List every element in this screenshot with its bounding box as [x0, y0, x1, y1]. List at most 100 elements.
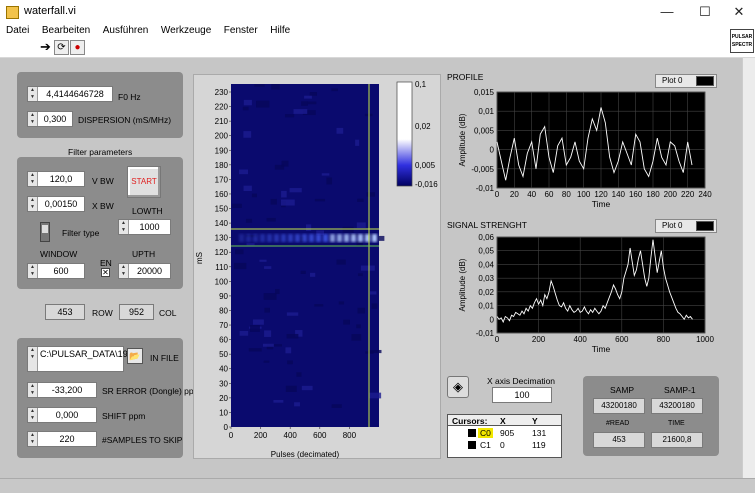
cursor-row-c1[interactable]: C1 0 119 [448, 440, 561, 451]
profile-x-tick: 200 [664, 190, 678, 199]
sr-error-field[interactable]: ▲ ▼ -33,200 [27, 382, 97, 398]
waterfall-y-tick: 30 [219, 379, 228, 388]
run-continuously-icon[interactable]: ⟳ [54, 40, 69, 55]
waterfall-pulse-cell [309, 234, 314, 242]
waterfall-noise-cell [256, 100, 270, 108]
sr-error-label: SR ERROR (Dongle) ppm [102, 386, 201, 396]
signal-xlabel: Time [592, 344, 611, 354]
signal-x-tick: 200 [532, 335, 546, 344]
waterfall-noise-cell [301, 101, 308, 106]
read-label: #READ [606, 420, 630, 427]
menu-hilfe[interactable]: Hilfe [270, 24, 290, 38]
lowth-field[interactable]: ▲ ▼ 1000 [118, 219, 171, 235]
profile-x-tick: 80 [562, 190, 571, 199]
signal-x-tick: 800 [657, 335, 671, 344]
profile-x-tick: 240 [698, 190, 712, 199]
f0-spinner-icon[interactable]: ▲ ▼ [28, 87, 38, 101]
menu-datei[interactable]: Datei [6, 24, 29, 38]
waterfall-pulse-cell [337, 234, 342, 242]
signal-y-tick: 0 [490, 315, 495, 324]
signal-graph[interactable]: 0 200 400 600 800 1000 0,06 0,05 0,04 0,03 0,02 0,0… [447, 231, 715, 361]
waterfall-x-tick: 0 [229, 431, 234, 440]
waterfall-y-tick: 190 [215, 146, 229, 155]
abort-icon[interactable]: ● [70, 40, 85, 55]
cursor-row-c0[interactable]: C0 905 131 [448, 428, 561, 439]
folder-browse-icon[interactable]: 📂 [127, 348, 143, 364]
signal-plot-area[interactable] [496, 236, 706, 334]
waterfall-noise-cell [284, 114, 295, 118]
maximize-button[interactable]: ☐ [691, 2, 719, 22]
waterfall-noise-cell [293, 109, 308, 114]
in-file-spinner-icon[interactable]: ▲ ▼ [28, 347, 38, 371]
window-spinner-icon[interactable]: ▲ ▼ [28, 264, 38, 278]
shift-value: 0,000 [55, 410, 79, 420]
profile-xlabel: Time [592, 199, 611, 209]
shift-spinner-icon[interactable]: ▲ ▼ [28, 408, 38, 422]
waterfall-graph[interactable]: 2302202102001901801701601501401301201101… [193, 74, 443, 462]
waterfall-y-tick: 90 [219, 292, 228, 301]
col-indicator: 952 [119, 304, 154, 320]
waterfall-noise-cell [300, 270, 306, 274]
waterfall-pulse-cell [323, 234, 328, 242]
waterfall-y-tick: 20 [219, 394, 228, 403]
dispersion-label: DISPERSION (mS/MHz) [78, 115, 172, 125]
menu-bar: Datei Bearbeiten Ausführen Werkzeuge Fen… [0, 24, 755, 38]
profile-x-tick: 20 [510, 190, 519, 199]
decimation-field[interactable]: 100 [492, 387, 552, 403]
shift-field[interactable]: ▲ ▼ 0,000 [27, 407, 97, 423]
lowth-label: LOWTH [132, 206, 163, 216]
signal-legend-label: Plot 0 [662, 221, 683, 230]
waterfall-y-tick: 170 [215, 175, 229, 184]
waterfall-noise-cell [243, 185, 252, 192]
labview-app-icon [6, 6, 19, 19]
sr-error-spinner-icon[interactable]: ▲ ▼ [28, 383, 38, 397]
close-button[interactable]: ✕ [725, 2, 753, 22]
run-arrow-icon[interactable]: ➔ [38, 40, 53, 55]
xbw-field[interactable]: ▲ ▼ 0,00150 [27, 196, 85, 212]
waterfall-noise-cell [264, 330, 272, 337]
waterfall-ylabel: mS [195, 252, 204, 264]
start-button[interactable]: START [127, 166, 161, 198]
vbw-spinner-icon[interactable]: ▲ ▼ [28, 172, 38, 186]
dispersion-field[interactable]: ▲ ▼ 0,300 [27, 111, 73, 127]
menu-werkzeuge[interactable]: Werkzeuge [161, 24, 211, 38]
vbw-field[interactable]: ▲ ▼ 120,0 [27, 171, 85, 187]
dispersion-spinner-icon[interactable]: ▲ ▼ [28, 112, 38, 126]
waterfall-pulse-cell [351, 234, 356, 242]
menu-ausfuehren[interactable]: Ausführen [103, 24, 149, 38]
profile-y-tick: 0,01 [478, 107, 494, 116]
minimize-button[interactable]: — [653, 2, 681, 22]
profile-x-tick: 220 [681, 190, 695, 199]
waterfall-plot-area[interactable] [231, 84, 379, 427]
f0-value: 4,4144646728 [46, 89, 104, 99]
f0-label: F0 Hz [118, 92, 141, 102]
waterfall-y-tick: 160 [215, 190, 229, 199]
in-file-path[interactable]: ▲ ▼ C:\PULSAR_DATA\1929+ [27, 346, 143, 372]
f0-field[interactable]: ▲ ▼ 4,4144646728 [27, 86, 113, 102]
toolbar: ➔ ⟳ ● [0, 38, 755, 58]
menu-bearbeiten[interactable]: Bearbeiten [42, 24, 90, 38]
waterfall-x-tick: 800 [343, 431, 357, 440]
cursor-c1-crosshair-icon[interactable] [468, 441, 476, 449]
samples-skip-field[interactable]: ▲ ▼ 220 [27, 431, 97, 447]
waterfall-noise-cell [242, 106, 249, 111]
waterfall-noise-cell [331, 404, 342, 408]
upth-spinner-icon[interactable]: ▲ ▼ [119, 264, 129, 278]
lowth-spinner-icon[interactable]: ▲ ▼ [119, 220, 129, 234]
profile-graph[interactable]: 0 20 40 60 80 100 120 140 160 180 200 220 2400,0150,… [447, 86, 715, 216]
waterfall-y-ticks: 230 220 210 200 190 180 170 160 150 140 130 120 110 1… [215, 88, 231, 432]
en-checkbox[interactable]: ✕ [101, 268, 110, 277]
vertical-scrollbar[interactable] [742, 58, 755, 478]
waterfall-y-tick: 110 [215, 263, 228, 272]
row-indicator: 453 [45, 304, 85, 320]
window-field[interactable]: ▲ ▼ 600 [27, 263, 85, 279]
menu-fenster[interactable]: Fenster [224, 24, 258, 38]
upth-field[interactable]: ▲ ▼ 20000 [118, 263, 171, 279]
waterfall-y-tick: 130 [215, 234, 229, 243]
xbw-spinner-icon[interactable]: ▲ ▼ [28, 197, 38, 211]
samples-skip-spinner-icon[interactable]: ▲ ▼ [28, 432, 38, 446]
cursor-c0-crosshair-icon[interactable] [468, 429, 476, 437]
graph-palette-icon[interactable]: ◈ [447, 376, 469, 398]
filter-type-toggle[interactable] [40, 222, 50, 242]
waterfall-noise-cell [343, 319, 350, 325]
